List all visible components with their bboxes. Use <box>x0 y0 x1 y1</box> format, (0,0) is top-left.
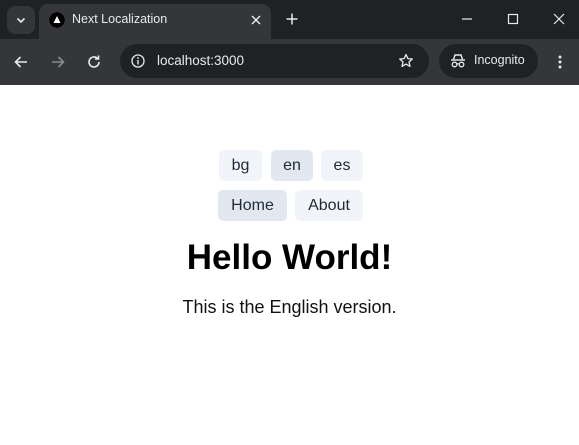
new-tab-button[interactable] <box>282 9 302 29</box>
plus-icon <box>286 13 298 25</box>
close-icon <box>251 15 261 25</box>
nav-home-link[interactable]: Home <box>218 190 287 221</box>
minimize-icon <box>462 18 472 20</box>
browser-toolbar: localhost:3000 Incognito <box>0 39 579 85</box>
info-icon <box>131 54 145 68</box>
language-es-button[interactable]: es <box>321 150 363 181</box>
page-title: Hello World! <box>186 238 393 277</box>
page-message: This is the English version. <box>182 297 397 317</box>
browser-tab[interactable]: Next Localization <box>39 4 271 39</box>
arrow-left-icon <box>14 56 27 68</box>
window-close-button[interactable] <box>549 9 569 29</box>
incognito-profile-button[interactable]: Incognito <box>439 44 538 78</box>
maximize-icon <box>507 13 519 25</box>
browser-menu-button[interactable] <box>550 52 570 72</box>
tab-search-button[interactable] <box>7 6 35 34</box>
address-bar[interactable]: localhost:3000 <box>120 44 429 78</box>
star-icon <box>399 53 413 68</box>
nav-about-link[interactable]: About <box>295 190 363 221</box>
bookmark-button[interactable] <box>396 51 416 71</box>
language-en-button[interactable]: en <box>271 150 313 181</box>
more-vertical-icon <box>558 55 562 69</box>
close-icon <box>553 13 565 25</box>
reload-icon <box>88 55 100 68</box>
page-content: bg en es Home About Hello World! This is… <box>0 85 579 445</box>
tab-strip: Next Localization <box>0 0 579 39</box>
forward-button[interactable] <box>48 52 68 72</box>
chevron-down-icon <box>16 17 26 24</box>
tab-title: Next Localization <box>72 12 168 26</box>
incognito-label: Incognito <box>474 53 525 67</box>
incognito-icon <box>451 54 465 68</box>
url-text[interactable]: localhost:3000 <box>157 53 244 68</box>
tab-close-button[interactable] <box>248 12 264 28</box>
site-info-button[interactable] <box>128 51 148 71</box>
minimize-button[interactable] <box>457 9 477 29</box>
arrow-right-icon <box>52 56 65 68</box>
language-bg-button[interactable]: bg <box>219 150 262 181</box>
back-button[interactable] <box>11 52 31 72</box>
reload-button[interactable] <box>84 52 104 72</box>
maximize-button[interactable] <box>503 9 523 29</box>
nextjs-triangle-icon <box>49 12 65 28</box>
